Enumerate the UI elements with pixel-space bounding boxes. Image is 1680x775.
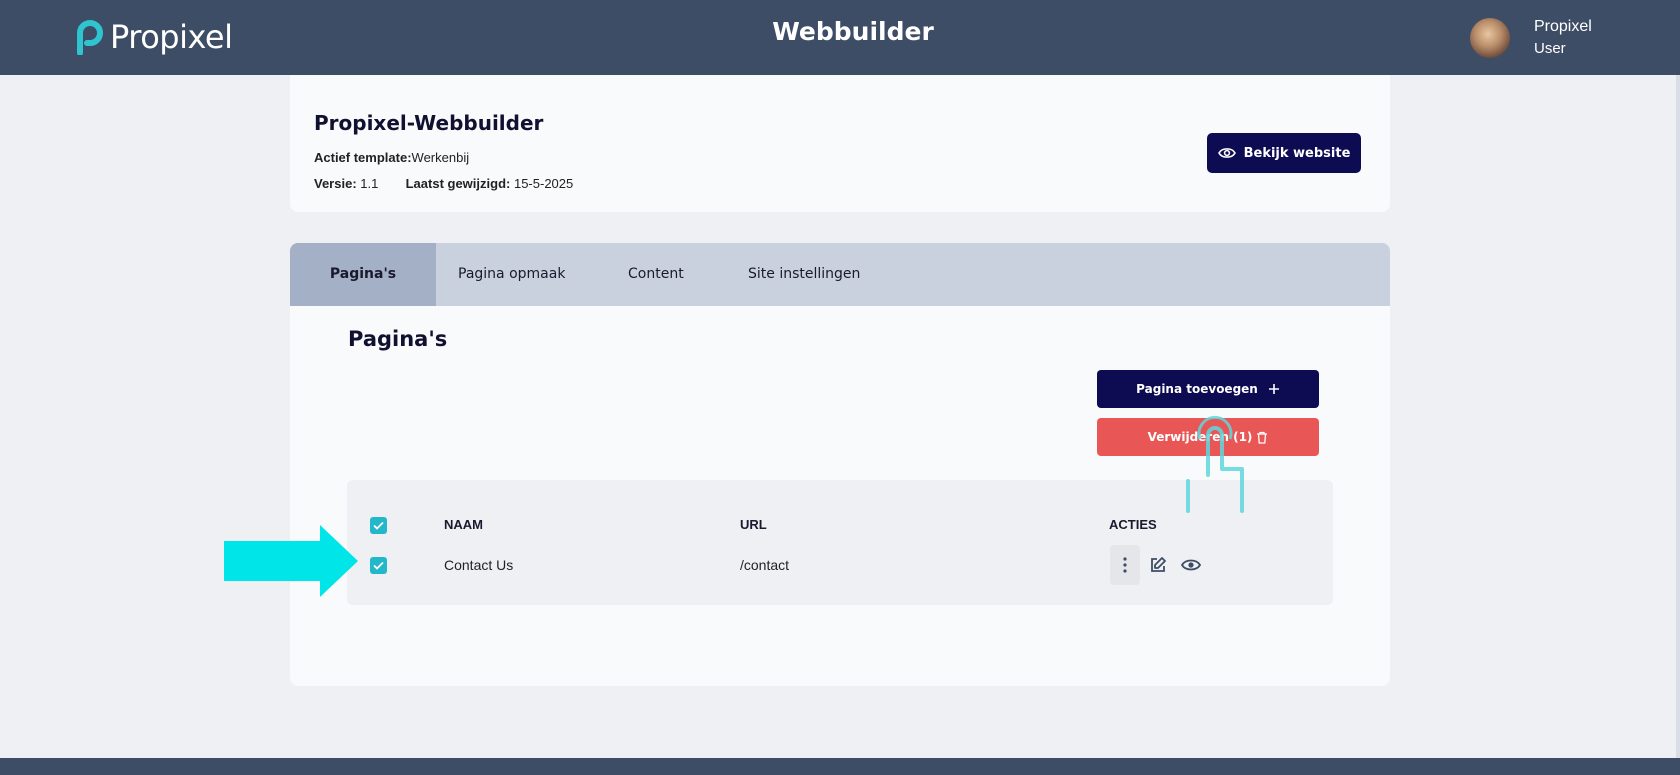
add-page-label: Pagina toevoegen	[1136, 382, 1258, 396]
row-edit-button[interactable]	[1143, 545, 1173, 585]
tab-content[interactable]: Content	[628, 243, 684, 306]
column-header-actions: ACTIES	[1109, 517, 1157, 532]
tab-page-layout[interactable]: Pagina opmaak	[458, 243, 565, 306]
highlight-arrow-icon	[224, 525, 358, 597]
user-role: User	[1534, 40, 1566, 57]
row-preview-button[interactable]	[1176, 545, 1206, 585]
template-value: Werkenbij	[411, 150, 470, 165]
app-title: Webbuilder	[772, 17, 934, 46]
row-url: /contact	[740, 557, 790, 573]
tab-bar: Pagina's Pagina opmaak Content Site inst…	[290, 243, 1390, 306]
row-name: Contact Us	[444, 557, 514, 573]
check-icon	[373, 521, 384, 530]
section-title: Pagina's	[348, 327, 448, 351]
eye-icon	[1181, 559, 1201, 571]
scrollbar-track[interactable]	[1676, 75, 1680, 758]
template-label: Actief template:	[314, 150, 412, 165]
eye-icon	[1217, 148, 1236, 158]
footer-bar	[0, 758, 1680, 775]
user-menu[interactable]: Propixel User	[1470, 16, 1592, 60]
tab-site-settings[interactable]: Site instellingen	[748, 243, 860, 306]
top-navbar: Propixel Webbuilder Propixel User	[0, 0, 1680, 75]
more-vertical-icon	[1123, 557, 1127, 573]
template-info: Actief template:Werkenbij	[314, 150, 469, 165]
modified-value: 15-5-2025	[513, 176, 574, 191]
select-all-checkbox[interactable]	[370, 517, 387, 534]
version-value: 1.1	[360, 176, 379, 191]
user-name: Propixel	[1534, 18, 1592, 35]
row-more-button[interactable]	[1110, 545, 1140, 585]
add-page-button[interactable]: Pagina toevoegen	[1097, 370, 1319, 408]
row-checkbox[interactable]	[370, 557, 387, 574]
tap-hand-icon	[1186, 416, 1244, 513]
site-info-card: Propixel-Webbuilder Actief template:Werk…	[290, 75, 1390, 212]
view-website-label: Bekijk website	[1243, 145, 1351, 161]
version-label: Versie:	[314, 176, 357, 191]
version-info: Versie: 1.1 Laatst gewijzigd: 15-5-2025	[314, 176, 573, 191]
site-title: Propixel-Webbuilder	[314, 111, 544, 135]
tab-pages[interactable]: Pagina's	[290, 243, 436, 306]
avatar[interactable]	[1470, 18, 1510, 58]
view-website-button[interactable]: Bekijk website	[1207, 133, 1361, 173]
column-header-url: URL	[740, 517, 767, 532]
plus-icon	[1268, 384, 1279, 394]
column-header-name: NAAM	[444, 517, 483, 532]
trash-icon	[1257, 431, 1268, 444]
modified-label: Laatst gewijzigd:	[405, 176, 511, 191]
edit-icon	[1151, 557, 1166, 572]
check-icon	[373, 561, 384, 570]
